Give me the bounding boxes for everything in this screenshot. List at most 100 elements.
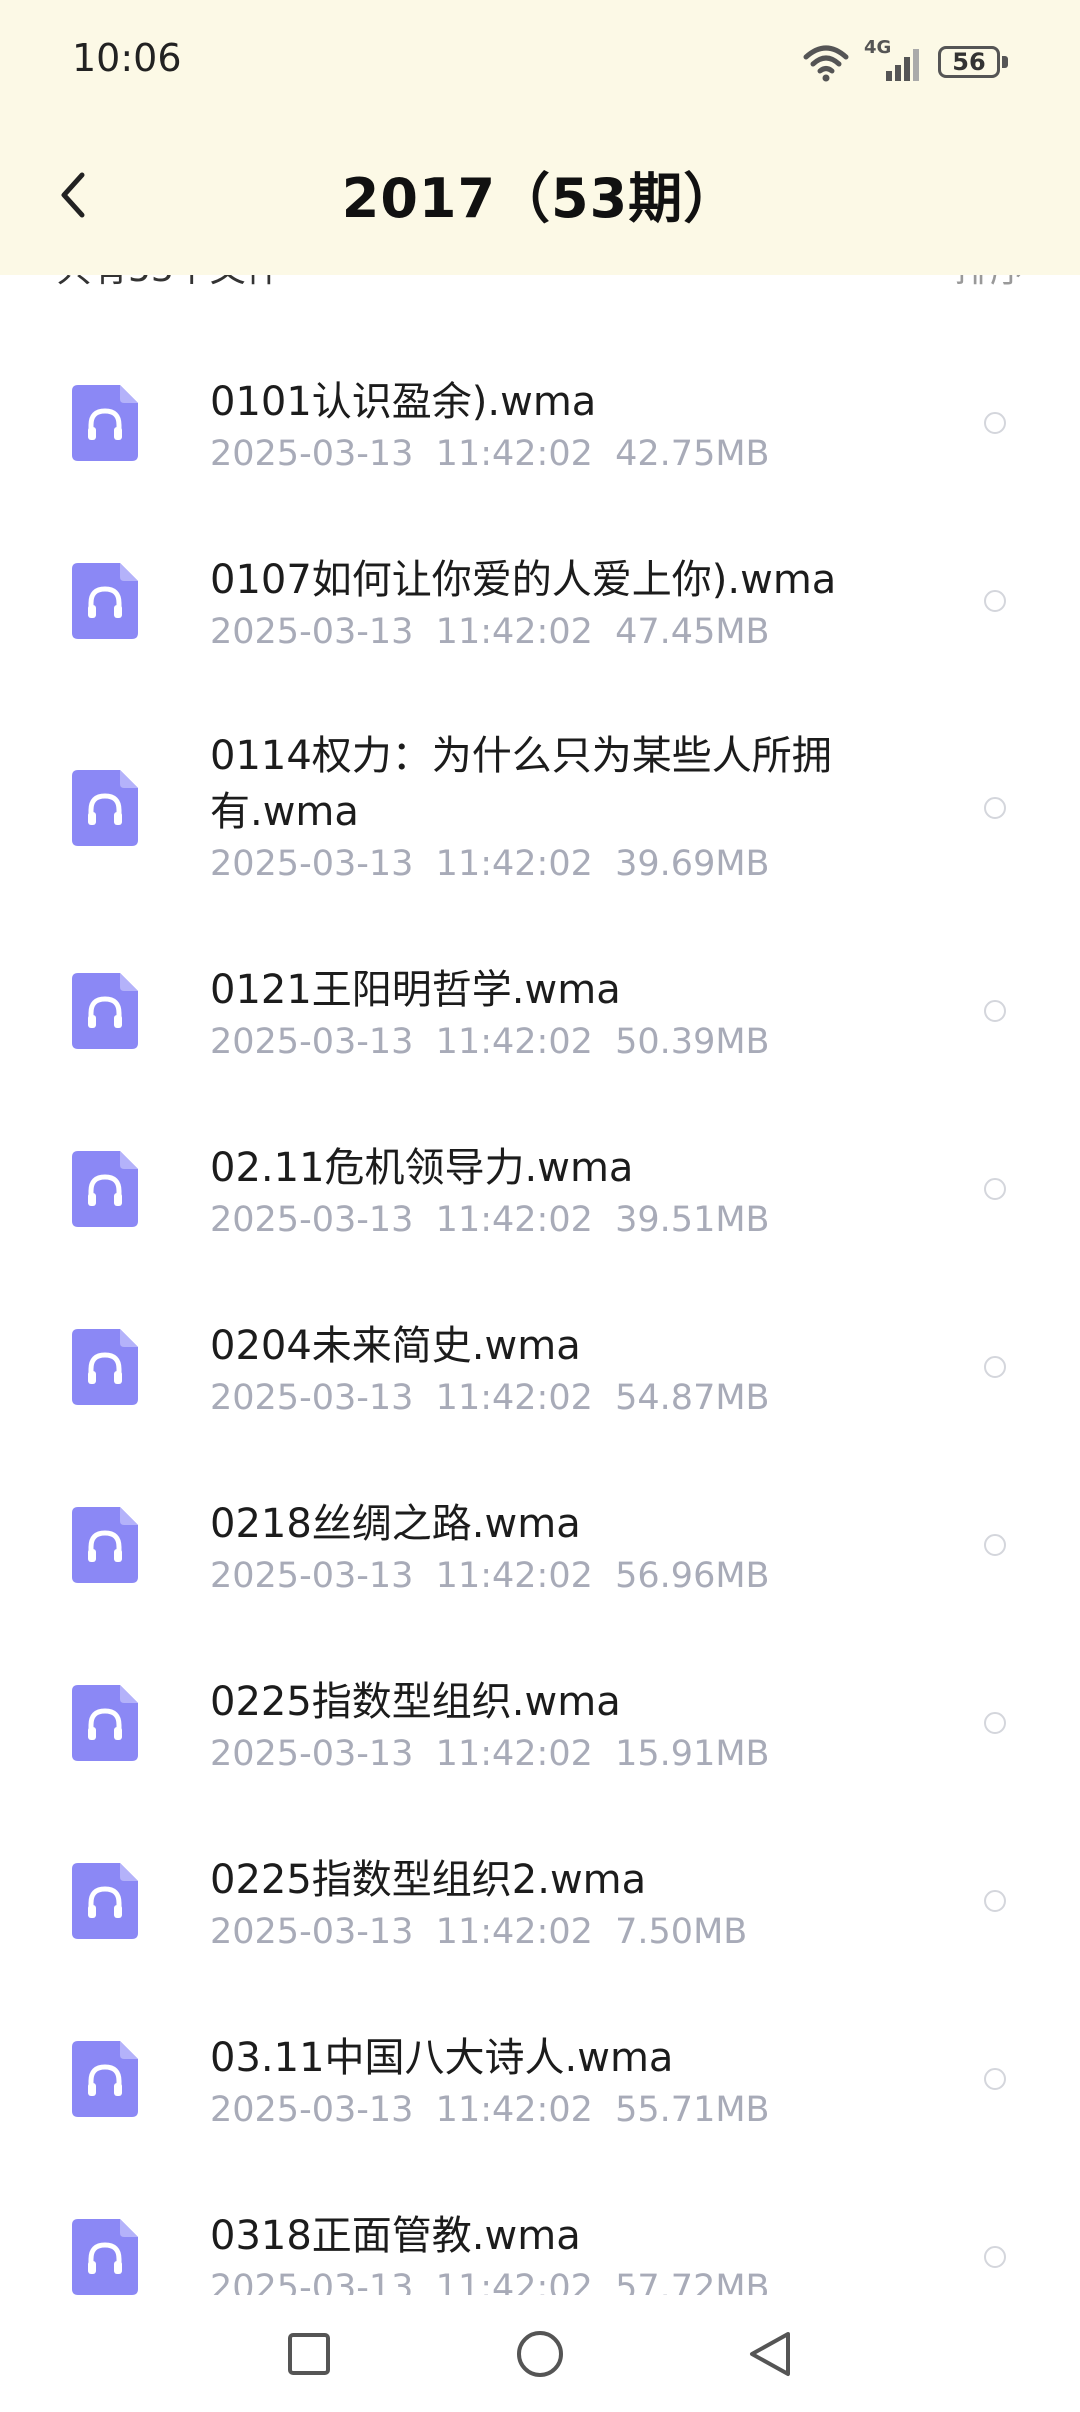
select-checkbox[interactable] bbox=[984, 797, 1006, 819]
file-meta: 2025-03-13 11:42:02 7.50MB bbox=[210, 1912, 747, 1952]
file-meta: 2025-03-13 11:42:02 42.75MB bbox=[210, 434, 770, 474]
audio-file-icon bbox=[72, 973, 138, 1049]
select-checkbox[interactable] bbox=[984, 1000, 1006, 1022]
file-date: 2025-03-13 bbox=[210, 1556, 414, 1596]
list-item[interactable]: 0225指数型组织.wma 2025-03-13 11:42:02 15.91M… bbox=[0, 1630, 1080, 1808]
file-time: 11:42:02 bbox=[435, 1378, 593, 1418]
file-date: 2025-03-13 bbox=[210, 612, 414, 652]
file-time: 11:42:02 bbox=[435, 2090, 593, 2130]
list-item[interactable]: 0114权力：为什么只为某些人所拥有.wma 2025-03-13 11:42:… bbox=[0, 686, 1080, 918]
file-name: 02.11危机领导力.wma bbox=[210, 1145, 634, 1191]
status-icons: 4G 56 bbox=[802, 37, 1010, 88]
list-item[interactable]: 0225指数型组织2.wma 2025-03-13 11:42:02 7.50M… bbox=[0, 1808, 1080, 1986]
file-time: 11:42:02 bbox=[435, 1022, 593, 1062]
file-size: 39.51MB bbox=[615, 1200, 770, 1240]
file-name: 0318正面管教.wma bbox=[210, 2213, 581, 2259]
select-checkbox[interactable] bbox=[984, 590, 1006, 612]
file-time: 11:42:02 bbox=[435, 612, 593, 652]
list-item[interactable]: 0318正面管教.wma 2025-03-13 11:42:02 57.72MB bbox=[0, 2164, 1080, 2295]
select-checkbox[interactable] bbox=[984, 1890, 1006, 1912]
file-meta: 2025-03-13 11:42:02 57.72MB bbox=[210, 2268, 770, 2295]
file-list: 0101认识盈余).wma 2025-03-13 11:42:02 42.75M… bbox=[0, 330, 1080, 2295]
status-time: 10:06 bbox=[72, 36, 182, 80]
file-date: 2025-03-13 bbox=[210, 1200, 414, 1240]
file-size: 42.75MB bbox=[615, 434, 770, 474]
audio-file-icon bbox=[72, 1685, 138, 1761]
file-name: 0225指数型组织2.wma bbox=[210, 1857, 647, 1903]
file-time: 11:42:02 bbox=[435, 2268, 593, 2295]
file-meta: 2025-03-13 11:42:02 39.69MB bbox=[210, 844, 770, 884]
file-date: 2025-03-13 bbox=[210, 1022, 414, 1062]
file-meta: 2025-03-13 11:42:02 50.39MB bbox=[210, 1022, 770, 1062]
list-item[interactable]: 0121王阳明哲学.wma 2025-03-13 11:42:02 50.39M… bbox=[0, 918, 1080, 1096]
cellular-signal-icon: 4G bbox=[864, 37, 924, 85]
file-meta: 2025-03-13 11:42:02 39.51MB bbox=[210, 1200, 770, 1240]
list-item[interactable]: 03.11中国八大诗人.wma 2025-03-13 11:42:02 55.7… bbox=[0, 1986, 1080, 2164]
file-meta: 2025-03-13 11:42:02 54.87MB bbox=[210, 1378, 770, 1418]
select-checkbox[interactable] bbox=[984, 412, 1006, 434]
file-size: 15.91MB bbox=[615, 1734, 770, 1774]
select-checkbox[interactable] bbox=[984, 2246, 1006, 2268]
audio-file-icon bbox=[72, 1863, 138, 1939]
audio-file-icon bbox=[72, 1507, 138, 1583]
file-name: 0218丝绸之路.wma bbox=[210, 1501, 581, 1547]
file-date: 2025-03-13 bbox=[210, 2090, 414, 2130]
audio-file-icon bbox=[72, 1151, 138, 1227]
audio-file-icon bbox=[72, 385, 138, 461]
file-date: 2025-03-13 bbox=[210, 2268, 414, 2295]
file-meta: 2025-03-13 11:42:02 55.71MB bbox=[210, 2090, 770, 2130]
wifi-icon bbox=[803, 45, 849, 82]
audio-file-icon bbox=[72, 563, 138, 639]
file-time: 11:42:02 bbox=[435, 1556, 593, 1596]
list-item[interactable]: 0107如何让你爱的人爱上你).wma 2025-03-13 11:42:02 … bbox=[0, 508, 1080, 686]
file-time: 11:42:02 bbox=[435, 1734, 593, 1774]
home-icon[interactable] bbox=[514, 2328, 566, 2380]
file-size: 54.87MB bbox=[615, 1378, 770, 1418]
list-item[interactable]: 02.11危机领导力.wma 2025-03-13 11:42:02 39.51… bbox=[0, 1096, 1080, 1274]
battery-level-text: 56 bbox=[952, 48, 986, 76]
audio-file-icon bbox=[72, 1329, 138, 1405]
recent-apps-icon[interactable] bbox=[283, 2328, 335, 2380]
file-time: 11:42:02 bbox=[435, 434, 593, 474]
file-name: 0107如何让你爱的人爱上你).wma bbox=[210, 557, 837, 603]
file-size: 7.50MB bbox=[615, 1912, 748, 1952]
select-checkbox[interactable] bbox=[984, 1712, 1006, 1734]
file-date: 2025-03-13 bbox=[210, 1734, 414, 1774]
file-size: 39.69MB bbox=[615, 844, 770, 884]
file-date: 2025-03-13 bbox=[210, 1378, 414, 1418]
audio-file-icon bbox=[72, 770, 138, 846]
select-checkbox[interactable] bbox=[984, 1178, 1006, 1200]
list-item[interactable]: 0204未来简史.wma 2025-03-13 11:42:02 54.87MB bbox=[0, 1274, 1080, 1452]
file-meta: 2025-03-13 11:42:02 56.96MB bbox=[210, 1556, 770, 1596]
file-meta: 2025-03-13 11:42:02 47.45MB bbox=[210, 612, 770, 652]
file-name: 0121王阳明哲学.wma bbox=[210, 967, 621, 1013]
file-date: 2025-03-13 bbox=[210, 844, 414, 884]
file-size: 47.45MB bbox=[615, 612, 770, 652]
file-time: 11:42:02 bbox=[435, 1200, 593, 1240]
page-title: 2017（53期） bbox=[341, 167, 739, 230]
file-size: 50.39MB bbox=[615, 1022, 770, 1062]
file-date: 2025-03-13 bbox=[210, 434, 414, 474]
file-name: 0114权力：为什么只为某些人所拥有.wma bbox=[210, 733, 832, 835]
list-item[interactable]: 0101认识盈余).wma 2025-03-13 11:42:02 42.75M… bbox=[0, 330, 1080, 508]
file-name: 0204未来简史.wma bbox=[210, 1323, 581, 1369]
audio-file-icon bbox=[72, 2219, 138, 2295]
app-header: 10:06 4G 56 2017（53期） bbox=[0, 0, 1080, 275]
file-time: 11:42:02 bbox=[435, 844, 593, 884]
file-date: 2025-03-13 bbox=[210, 1912, 414, 1952]
audio-file-icon bbox=[72, 2041, 138, 2117]
file-time: 11:42:02 bbox=[435, 1912, 593, 1952]
select-checkbox[interactable] bbox=[984, 2068, 1006, 2090]
select-checkbox[interactable] bbox=[984, 1534, 1006, 1556]
file-name: 03.11中国八大诗人.wma bbox=[210, 2035, 674, 2081]
file-size: 55.71MB bbox=[615, 2090, 770, 2130]
back-triangle-icon[interactable] bbox=[744, 2328, 796, 2380]
select-checkbox[interactable] bbox=[984, 1356, 1006, 1378]
list-item[interactable]: 0218丝绸之路.wma 2025-03-13 11:42:02 56.96MB bbox=[0, 1452, 1080, 1630]
file-name: 0225指数型组织.wma bbox=[210, 1679, 621, 1725]
file-size: 57.72MB bbox=[615, 2268, 770, 2295]
system-nav-bar bbox=[0, 2300, 1080, 2412]
file-name: 0101认识盈余).wma bbox=[210, 379, 597, 425]
battery-icon: 56 bbox=[938, 46, 1010, 80]
file-size: 56.96MB bbox=[615, 1556, 770, 1596]
